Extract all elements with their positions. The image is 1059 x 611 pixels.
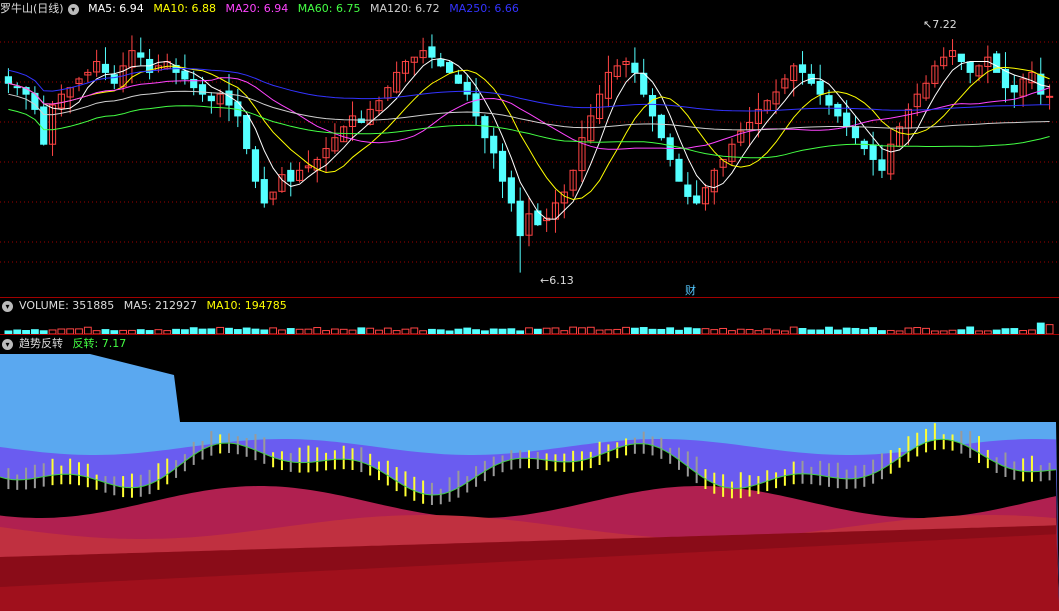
high-price-label: ↖7.22 [923,18,957,31]
candle-body [640,72,648,95]
candle-body [507,177,515,204]
candle-body [675,158,683,182]
candle-body [843,112,851,128]
candle-body [957,53,965,63]
volume-bar [586,326,595,334]
volume-bar [216,326,225,334]
candle-body [631,62,639,73]
candle-body [481,116,489,139]
volume-chart[interactable] [0,314,1059,334]
candle-body [1046,95,1054,98]
candle-body [693,195,701,204]
price-chart[interactable] [0,0,1059,297]
pane-divider-2 [0,334,1059,335]
candle-body [993,53,1001,73]
candle-body [428,46,436,58]
candle-body [198,84,207,95]
candle-body [4,76,12,84]
indicator-legend: ▾ 趋势反转 反转: 7.17 [0,336,132,352]
ma250-line [8,67,1050,112]
candle-body [648,95,657,117]
candle-body [207,95,215,102]
candle-body [181,70,189,80]
volume-bar [622,326,630,334]
volume-bar [789,326,798,334]
indicator-name: 趋势反转 [19,337,63,350]
collapse-indicator-icon[interactable]: ▾ [2,338,13,350]
candle-body [657,114,665,139]
candle-body [851,126,860,139]
candle-body [878,159,886,171]
candle-body [798,64,807,73]
candle-body [446,62,454,73]
volume-value: VOLUME: 351885 [19,299,115,312]
candle-body [498,150,507,182]
candle-body [357,118,365,123]
candle-body [516,200,524,237]
candle-body [966,61,974,73]
volume-ma5: MA5: 212927 [123,299,197,312]
volume-bar [825,326,833,334]
candle-body [260,179,268,204]
ma5-line [8,57,1050,220]
candle-body [110,74,118,84]
volume-bar [966,326,975,334]
candle-body [490,135,498,154]
volume-bar [83,326,92,334]
candle-body [463,81,471,95]
candle-body [869,144,877,160]
volume-bar [1036,322,1045,334]
candle-body [825,95,833,106]
ma10-line [8,65,1050,201]
volume-bar [569,326,578,334]
candle-body [684,184,692,197]
candle-body [137,52,145,58]
indicator-value: 反转: 7.17 [72,337,127,350]
low-price-label: ←6.13 [540,274,574,287]
trend-reversal-chart[interactable] [0,352,1059,611]
candle-body [834,103,842,117]
candle-body [437,58,445,67]
candle-body [287,169,295,182]
candle-body [454,74,462,84]
candle-body [13,86,21,89]
candle-body [101,63,110,73]
candle-body [243,114,251,150]
candle-body [1010,84,1018,93]
candle-body [251,149,260,182]
ma20-line [8,77,1050,150]
volume-bar [1045,324,1054,334]
volume-ma10: MA10: 194785 [206,299,287,312]
stock-chart-window: 罗牛山(日线) ▾ MA5: 6.94 MA10: 6.88 MA20: 6.94… [0,0,1059,611]
collapse-volume-icon[interactable]: ▾ [2,300,13,312]
volume-legend: ▾ VOLUME: 351885 MA5: 212927 MA10: 194785 [0,298,293,314]
candle-body [816,80,824,95]
